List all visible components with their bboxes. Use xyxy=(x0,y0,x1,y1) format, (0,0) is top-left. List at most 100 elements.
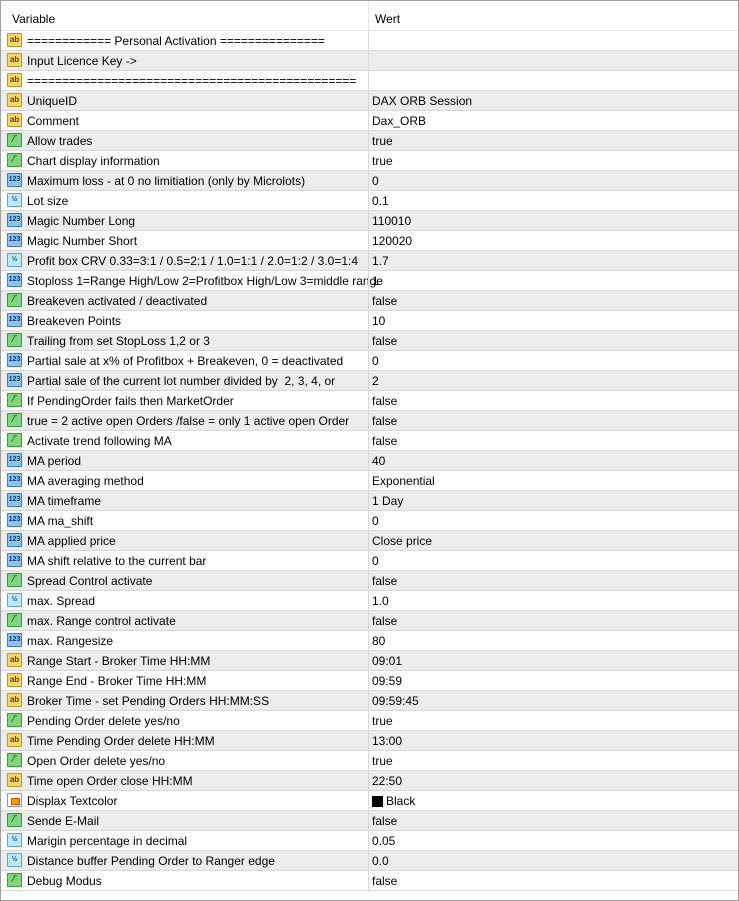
parameter-value[interactable]: 0 xyxy=(372,354,379,368)
parameter-value[interactable]: 10 xyxy=(372,314,385,328)
table-row[interactable]: ab ============ Personal Activation =====… xyxy=(1,31,738,51)
parameter-value[interactable]: 22:50 xyxy=(372,774,402,788)
table-row[interactable]: 123 Partial sale at x% of Profitbox + Bre… xyxy=(1,351,738,371)
parameter-value[interactable]: false xyxy=(372,874,397,888)
parameter-value[interactable]: 0 xyxy=(372,174,379,188)
table-row[interactable]: 123 MA period 40 xyxy=(1,451,738,471)
column-header-variable[interactable]: Variable xyxy=(12,12,55,26)
parameter-value[interactable]: 0.0 xyxy=(372,854,389,868)
parameter-value[interactable]: true xyxy=(372,134,393,148)
table-row[interactable]: 123 Magic Number Short 120020 xyxy=(1,231,738,251)
parameter-value[interactable]: false xyxy=(372,614,397,628)
table-row[interactable]: ab Range Start - Broker Time HH:MM 09:01 xyxy=(1,651,738,671)
string-icon: ab xyxy=(7,73,22,87)
table-row[interactable]: 123 MA shift relative to the current bar 0 xyxy=(1,551,738,571)
table-row[interactable]: ⁄‾ If PendingOrder fails then MarketOrder… xyxy=(1,391,738,411)
parameter-value[interactable]: 40 xyxy=(372,454,385,468)
parameter-value[interactable]: false xyxy=(372,574,397,588)
parameter-value[interactable]: Close price xyxy=(372,534,432,548)
table-row[interactable]: 123 max. Rangesize 80 xyxy=(1,631,738,651)
table-row[interactable]: ½ Lot size 0.1 xyxy=(1,191,738,211)
table-row[interactable]: ab Input Licence Key -> xyxy=(1,51,738,71)
table-row[interactable]: ½ Distance buffer Pending Order to Ranger… xyxy=(1,851,738,871)
table-row[interactable]: ab Time open Order close HH:MM 22:50 xyxy=(1,771,738,791)
table-row[interactable]: ⁄‾ Trailing from set StopLoss 1,2 or 3 fal… xyxy=(1,331,738,351)
parameter-value[interactable]: 13:00 xyxy=(372,734,402,748)
table-row[interactable]: 123 MA timeframe 1 Day xyxy=(1,491,738,511)
parameter-value[interactable]: true xyxy=(372,754,393,768)
table-row[interactable]: 123 MA ma_shift 0 xyxy=(1,511,738,531)
parameter-name: Breakeven Points xyxy=(27,314,122,328)
table-row[interactable]: ⁄‾ true = 2 active open Orders /false = o… xyxy=(1,411,738,431)
parameter-value[interactable]: 80 xyxy=(372,634,385,648)
table-row[interactable]: 123 MA averaging method Exponential xyxy=(1,471,738,491)
table-row[interactable]: ab Comment Dax_ORB xyxy=(1,111,738,131)
table-row[interactable]: ⁄‾ Spread Control activate false xyxy=(1,571,738,591)
table-row[interactable]: Displax Textcolor Black xyxy=(1,791,738,811)
parameter-name: MA averaging method xyxy=(27,474,144,488)
table-row[interactable]: ab Range End - Broker Time HH:MM 09:59 xyxy=(1,671,738,691)
parameter-name: MA shift relative to the current bar xyxy=(27,554,207,568)
parameter-value[interactable]: false xyxy=(372,814,397,828)
table-row[interactable]: ⁄‾ Pending Order delete yes/no true xyxy=(1,711,738,731)
table-row[interactable]: 123 Stoploss 1=Range High/Low 2=Profitbox… xyxy=(1,271,738,291)
table-row[interactable]: ⁄‾ max. Range control activate false xyxy=(1,611,738,631)
table-row[interactable]: 123 Magic Number Long 110010 xyxy=(1,211,738,231)
parameter-value[interactable]: DAX ORB Session xyxy=(372,94,472,108)
table-row[interactable]: ab Broker Time - set Pending Orders HH:MM… xyxy=(1,691,738,711)
table-row[interactable]: ⁄‾ Debug Modus false xyxy=(1,871,738,891)
table-row[interactable]: ⁄‾ Breakeven activated / deactivated false xyxy=(1,291,738,311)
column-divider xyxy=(368,351,369,370)
column-divider xyxy=(368,451,369,470)
parameter-value[interactable]: 1.0 xyxy=(372,594,389,608)
parameter-value[interactable]: 120020 xyxy=(372,234,412,248)
table-row[interactable]: ⁄‾ Sende E-Mail false xyxy=(1,811,738,831)
table-row[interactable]: 123 Partial sale of the current lot numbe… xyxy=(1,371,738,391)
parameter-value[interactable]: Black xyxy=(372,794,415,808)
parameter-value[interactable]: false xyxy=(372,434,397,448)
parameter-value[interactable]: 2 xyxy=(372,374,379,388)
parameter-value[interactable]: 0 xyxy=(372,554,379,568)
parameter-value[interactable]: 0.1 xyxy=(372,194,389,208)
parameter-value[interactable]: 0 xyxy=(372,514,379,528)
parameter-value[interactable]: true xyxy=(372,154,393,168)
string-icon: ab xyxy=(7,733,22,747)
table-row[interactable]: ⁄‾ Activate trend following MA false xyxy=(1,431,738,451)
parameter-value[interactable]: 1 xyxy=(372,274,379,288)
parameter-value[interactable]: false xyxy=(372,394,397,408)
parameter-value[interactable]: 110010 xyxy=(372,214,411,228)
parameter-value[interactable]: 09:01 xyxy=(372,654,402,668)
parameter-value[interactable]: 0.05 xyxy=(372,834,395,848)
parameter-value-text: 110010 xyxy=(372,214,412,228)
table-row[interactable]: ab Time Pending Order delete HH:MM 13:00 xyxy=(1,731,738,751)
parameter-value-text: DAX ORB Session xyxy=(372,94,473,108)
column-divider xyxy=(368,871,369,890)
table-row[interactable]: 123 Breakeven Points 10 xyxy=(1,311,738,331)
table-row[interactable]: ⁄‾ Chart display information true xyxy=(1,151,738,171)
parameter-value[interactable]: false xyxy=(372,334,397,348)
table-row[interactable]: ⁄‾ Allow trades true xyxy=(1,131,738,151)
table-row[interactable]: 123 MA applied price Close price xyxy=(1,531,738,551)
boolean-icon: ⁄‾ xyxy=(7,713,22,727)
table-row[interactable]: 123 Maximum loss - at 0 no limitiation (o… xyxy=(1,171,738,191)
table-row[interactable]: ab UniqueID DAX ORB Session xyxy=(1,91,738,111)
table-row[interactable]: ½ Marigin percentage in decimal 0.05 xyxy=(1,831,738,851)
parameter-value[interactable]: Dax_ORB xyxy=(372,114,426,128)
column-header-value[interactable]: Wert xyxy=(375,12,400,26)
parameter-value[interactable]: true xyxy=(372,714,393,728)
parameter-value-text: 1.0 xyxy=(372,594,389,608)
parameter-value[interactable]: false xyxy=(372,294,397,308)
table-row[interactable]: ab ======================================… xyxy=(1,71,738,91)
parameter-value[interactable]: 1 Day xyxy=(372,494,403,508)
column-divider xyxy=(368,611,369,630)
table-row[interactable]: ½ Profit box CRV 0.33=3:1 / 0.5=2:1 / 1.0… xyxy=(1,251,738,271)
parameter-name: Displax Textcolor xyxy=(27,794,118,808)
parameter-value[interactable]: Exponential xyxy=(372,474,435,488)
parameter-value[interactable]: 09:59 xyxy=(372,674,402,688)
table-row[interactable]: ⁄‾ Open Order delete yes/no true xyxy=(1,751,738,771)
parameter-value[interactable]: 1.7 xyxy=(372,254,389,268)
parameter-value[interactable]: false xyxy=(372,414,397,428)
parameter-value[interactable]: 09:59:45 xyxy=(372,694,419,708)
column-divider[interactable] xyxy=(368,1,369,30)
table-row[interactable]: ½ max. Spread 1.0 xyxy=(1,591,738,611)
